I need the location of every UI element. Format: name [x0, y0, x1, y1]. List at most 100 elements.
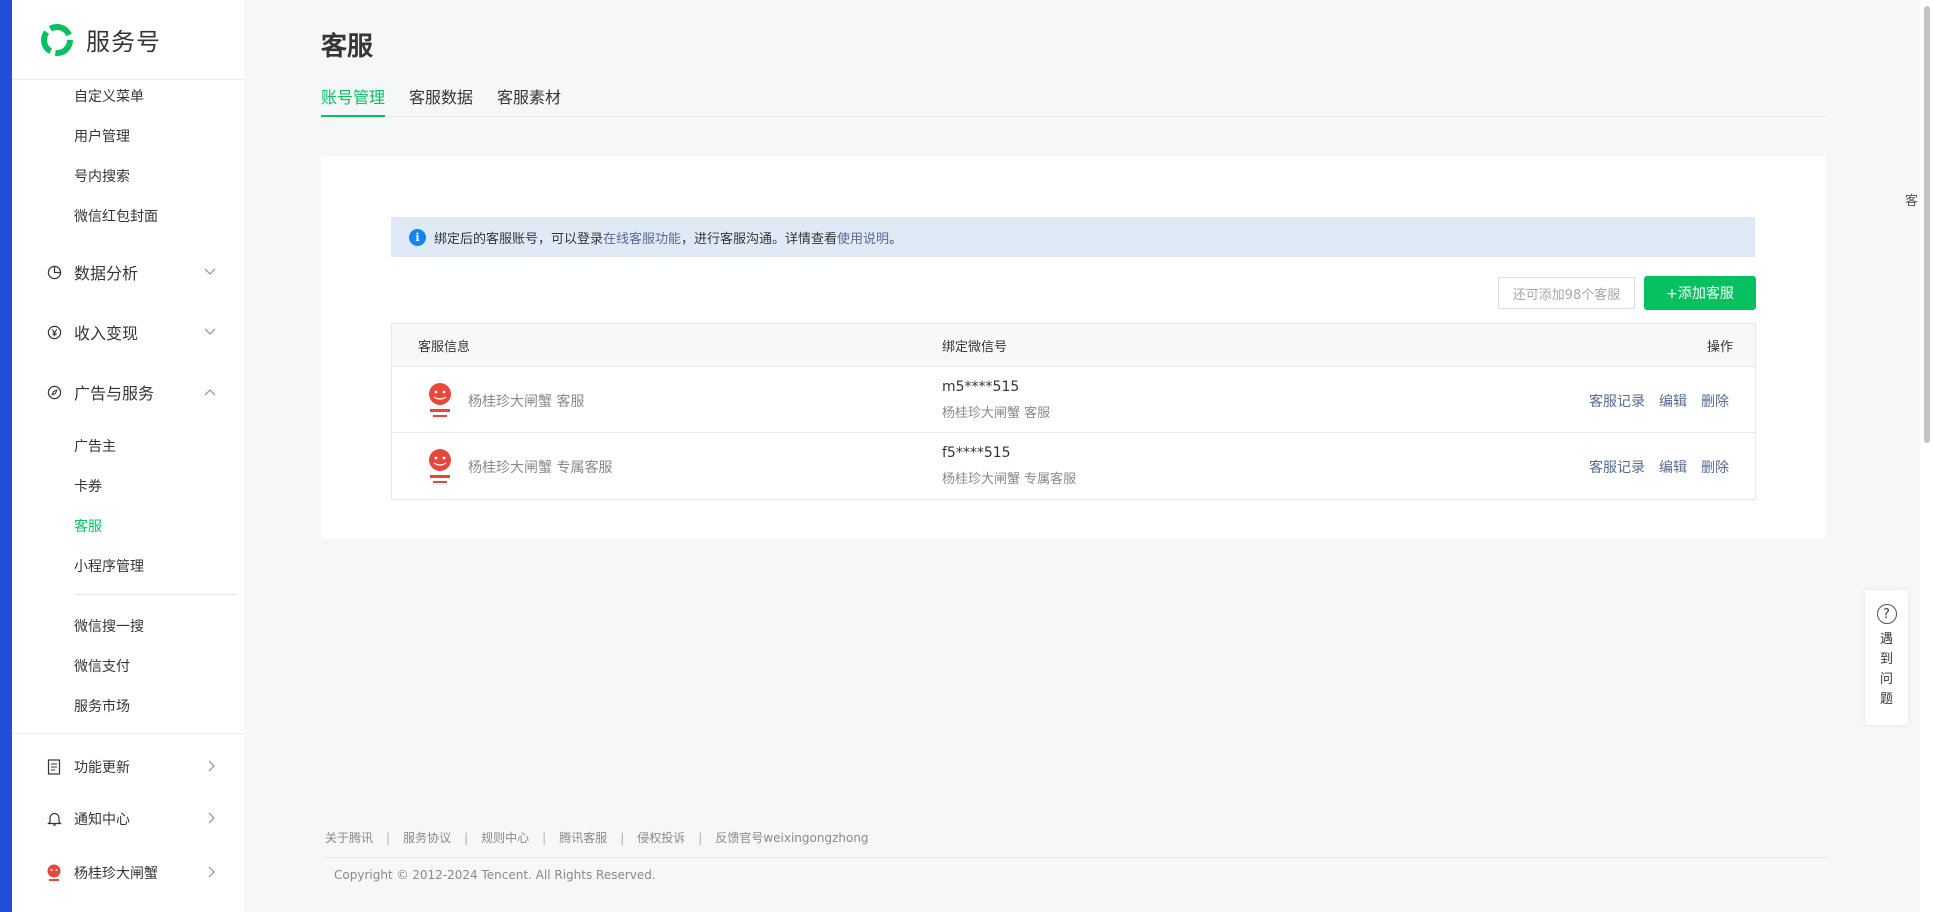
sidebar-item-wechat-pay[interactable]: 微信支付 — [74, 656, 130, 676]
service-name: 杨桂珍大闸蟹 客服 — [468, 394, 585, 410]
sidebar-item-wechat-search[interactable]: 微信搜一搜 — [74, 616, 144, 636]
sidebar-group-data-analysis[interactable]: 数据分析 — [46, 260, 216, 284]
service-record-link[interactable]: 客服记录 — [1589, 457, 1645, 477]
compass-icon — [46, 384, 62, 400]
sidebar-item-in-account-search[interactable]: 号内搜索 — [74, 166, 130, 186]
notice-text-middle: ，进行客服沟通。详情查看 — [681, 231, 838, 247]
wechat-id: m5****515 — [942, 379, 1020, 395]
wechat-service-logo-icon — [41, 23, 73, 56]
footer-separator: | — [386, 830, 391, 845]
window-edge — [0, 0, 12, 912]
service-name: 杨桂珍大闸蟹 专属客服 — [468, 460, 613, 476]
chevron-down-icon — [204, 325, 216, 339]
sidebar-item-red-packet-cover[interactable]: 微信红包封面 — [74, 206, 158, 226]
table-row: 杨桂珍大闸蟹 专属客服 f5****515 杨桂珍大闸蟹 专属客服 客服记录 编… — [392, 433, 1755, 499]
row-actions: 客服记录 编辑 删除 — [1589, 457, 1729, 477]
sidebar-item-mini-program[interactable]: 小程序管理 — [74, 556, 144, 576]
sidebar-group-label: 收入变现 — [74, 324, 139, 343]
tab-bar: 账号管理 客服数据 客服素材 — [321, 84, 1826, 117]
footer-links: 关于腾讯 | 服务协议 | 规则中心 | 腾讯客服 | 侵权投诉 | 反馈官号w… — [325, 829, 869, 846]
service-info-cell: 杨桂珍大闸蟹 专属客服 — [426, 448, 612, 486]
quota-remaining: 还可添加98个客服 — [1498, 277, 1635, 309]
column-header-wechat: 绑定微信号 — [942, 339, 1008, 355]
help-label: 遇到问题 — [1879, 632, 1893, 707]
sidebar-group-income[interactable]: 收入变现 — [46, 320, 216, 344]
copyright: Copyright © 2012-2024 Tencent. All Right… — [334, 868, 656, 882]
page-title: 客服 — [321, 32, 374, 62]
sidebar: 服务号 自定义菜单 用户管理 号内搜索 微信红包封面 数据分析 收入变现 广告与… — [12, 0, 244, 912]
service-table: 客服信息 绑定微信号 操作 杨桂珍大闸蟹 客服 m5****515 杨桂珍大闸蟹… — [391, 323, 1756, 500]
crab-brand-avatar-icon — [429, 449, 451, 483]
sidebar-item-notification-center[interactable]: 通知中心 — [46, 807, 216, 831]
document-icon — [46, 759, 62, 775]
info-notice: i 绑定后的客服账号，可以登录 在线客服功能 ，进行客服沟通。详情查看 使用说明… — [391, 217, 1755, 257]
sidebar-item-custom-menu[interactable]: 自定义菜单 — [74, 86, 144, 106]
pie-chart-icon — [46, 264, 62, 280]
scrollbar-thumb[interactable] — [1924, 6, 1930, 443]
yuan-icon — [46, 324, 62, 340]
sidebar-item-coupons[interactable]: 卡券 — [74, 476, 102, 496]
table-header: 客服信息 绑定微信号 操作 — [392, 324, 1755, 367]
brand-name: 服务号 — [86, 28, 161, 56]
tab-service-materials[interactable]: 客服素材 — [497, 84, 561, 117]
chevron-right-icon — [208, 866, 216, 881]
account-name: 杨桂珍大闸蟹 — [74, 866, 158, 882]
usage-guide-link[interactable]: 使用说明 — [837, 228, 889, 247]
add-service-button[interactable]: +添加客服 — [1644, 276, 1756, 310]
footer-link-feedback[interactable]: 反馈官号weixingongzhong — [715, 829, 868, 846]
wechat-nickname: 杨桂珍大闸蟹 专属客服 — [942, 472, 1077, 487]
chevron-down-icon — [204, 265, 216, 279]
row-actions: 客服记录 编辑 删除 — [1589, 391, 1729, 411]
column-header-service-info: 客服信息 — [418, 339, 471, 355]
sidebar-group-ads-services[interactable]: 广告与服务 — [46, 380, 216, 404]
bell-icon — [46, 811, 62, 827]
chevron-right-icon — [208, 812, 216, 827]
table-row: 杨桂珍大闸蟹 客服 m5****515 杨桂珍大闸蟹 客服 客服记录 编辑 删除 — [392, 367, 1755, 433]
column-header-actions: 操作 — [1706, 339, 1733, 355]
footer-separator: | — [464, 830, 469, 845]
sidebar-item-customer-service[interactable]: 客服 — [74, 516, 102, 536]
sidebar-item-feature-updates[interactable]: 功能更新 — [46, 755, 216, 779]
delete-link[interactable]: 删除 — [1701, 457, 1729, 477]
sidebar-item-service-market[interactable]: 服务市场 — [74, 696, 130, 716]
divider — [325, 857, 1827, 858]
brand[interactable]: 服务号 — [12, 0, 244, 80]
footer-link-agreement[interactable]: 服务协议 — [403, 829, 451, 846]
delete-link[interactable]: 删除 — [1701, 391, 1729, 411]
footer-link-about[interactable]: 关于腾讯 — [325, 829, 373, 846]
sidebar-item-advertiser[interactable]: 广告主 — [74, 436, 116, 456]
help-widget[interactable]: ? 遇到问题 — [1865, 590, 1908, 725]
service-info-cell: 杨桂珍大闸蟹 客服 — [426, 382, 584, 420]
sidebar-item-user-management[interactable]: 用户管理 — [74, 126, 130, 146]
notice-text-prefix: 绑定后的客服账号，可以登录 — [434, 231, 604, 247]
footer-separator: | — [542, 830, 547, 845]
service-record-link[interactable]: 客服记录 — [1589, 391, 1645, 411]
tab-account-management[interactable]: 账号管理 — [321, 84, 386, 117]
divider — [12, 733, 244, 734]
edit-link[interactable]: 编辑 — [1659, 391, 1687, 411]
chevron-up-icon — [204, 385, 216, 399]
footer-link-rules[interactable]: 规则中心 — [481, 829, 529, 846]
footer-separator: | — [620, 830, 625, 845]
crab-brand-avatar-icon — [429, 383, 451, 417]
online-service-link[interactable]: 在线客服功能 — [603, 228, 681, 247]
info-icon: i — [409, 228, 426, 246]
sidebar-group-label: 广告与服务 — [74, 384, 155, 403]
sidebar-item-label: 通知中心 — [74, 812, 130, 828]
footer-separator: | — [698, 830, 703, 845]
divider — [74, 594, 238, 595]
content-panel: i 绑定后的客服账号，可以登录 在线客服功能 ，进行客服沟通。详情查看 使用说明… — [321, 156, 1826, 539]
footer-link-infringement[interactable]: 侵权投诉 — [637, 829, 685, 846]
edit-link[interactable]: 编辑 — [1659, 457, 1687, 477]
sidebar-group-label: 数据分析 — [74, 264, 139, 283]
edge-glyph: 客 — [1905, 194, 1919, 209]
tab-service-data[interactable]: 客服数据 — [409, 84, 473, 117]
notice-text-suffix: 。 — [889, 231, 903, 247]
chevron-right-icon — [208, 760, 216, 775]
footer-link-support[interactable]: 腾讯客服 — [559, 829, 607, 846]
wechat-nickname: 杨桂珍大闸蟹 客服 — [942, 406, 1051, 421]
question-icon: ? — [1876, 604, 1897, 624]
sidebar-item-account[interactable]: 杨桂珍大闸蟹 — [46, 861, 216, 885]
sidebar-item-label: 功能更新 — [74, 760, 130, 776]
wechat-id: f5****515 — [942, 445, 1011, 461]
